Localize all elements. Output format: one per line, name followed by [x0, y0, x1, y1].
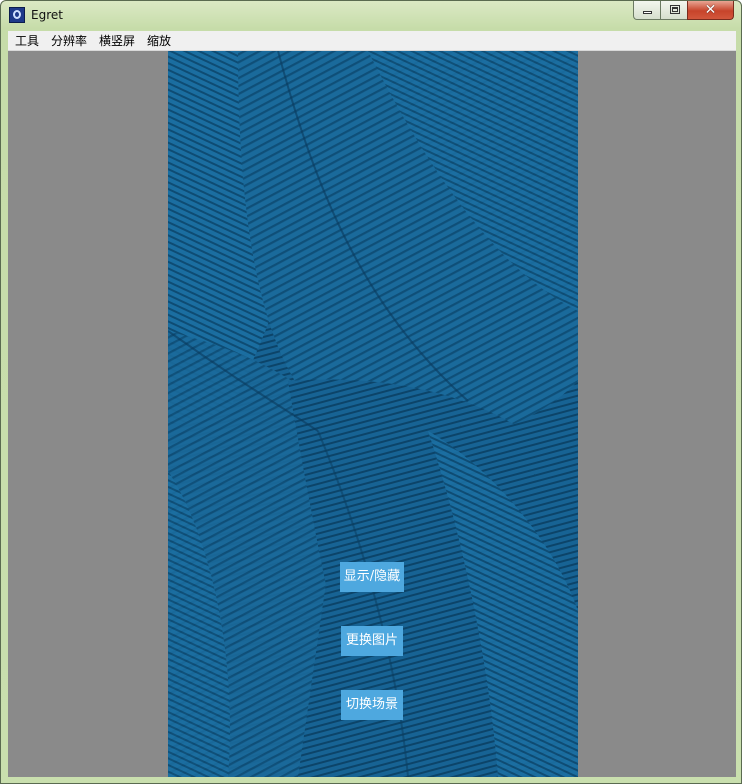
client-area: 显示/隐藏 更换图片 切换场景: [8, 51, 736, 777]
menu-bar: 工具 分辨率 横竖屏 缩放: [8, 31, 736, 51]
close-button[interactable]: ✕: [687, 1, 734, 20]
switch-scene-button[interactable]: 切换场景: [341, 690, 403, 720]
minimize-icon: [643, 11, 652, 14]
game-stage[interactable]: 显示/隐藏 更换图片 切换场景: [168, 51, 578, 777]
change-image-button[interactable]: 更换图片: [341, 626, 403, 656]
toggle-visibility-button[interactable]: 显示/隐藏: [340, 562, 404, 592]
window-title: Egret: [31, 8, 63, 22]
menu-item-tools[interactable]: 工具: [15, 33, 39, 49]
egret-app-icon[interactable]: [9, 7, 25, 23]
menu-item-zoom[interactable]: 缩放: [147, 33, 171, 49]
maximize-button[interactable]: [660, 1, 688, 20]
menu-item-orientation[interactable]: 横竖屏: [99, 33, 135, 49]
title-bar[interactable]: Egret ✕: [1, 1, 741, 30]
minimize-button[interactable]: [633, 1, 661, 20]
close-icon: ✕: [704, 2, 717, 18]
app-window: Egret ✕ 工具 分辨率 横竖屏 缩放 显示/隐藏 更换图片 切换场景: [0, 0, 742, 784]
restore-icon: [670, 5, 680, 14]
feather-background-image: [168, 51, 578, 777]
menu-item-resolution[interactable]: 分辨率: [51, 33, 87, 49]
